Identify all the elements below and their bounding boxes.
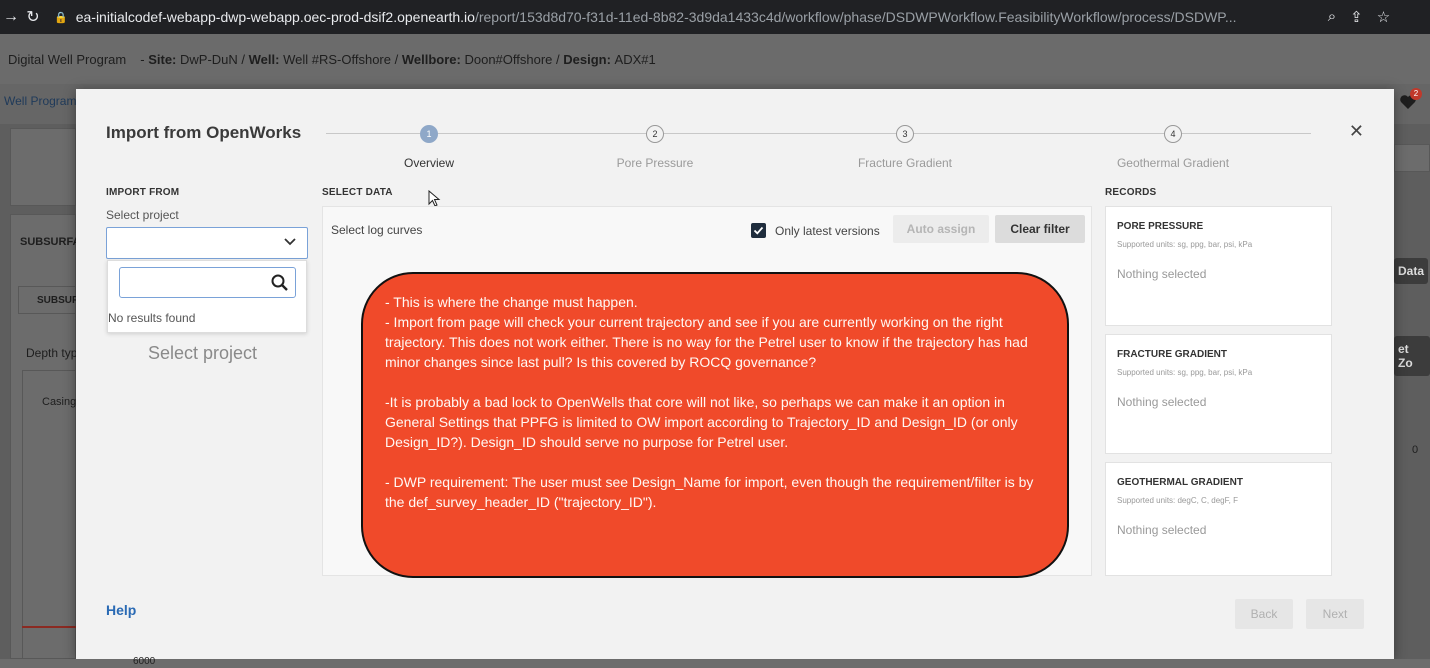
notification-badge: 2 <box>1410 88 1422 100</box>
sub-nav-well-program[interactable]: Well Program <box>4 94 76 108</box>
bg-reset-zoom-button: et Zo <box>1394 336 1430 376</box>
annotation-line: - DWP requirement: The user must see Des… <box>385 474 1034 510</box>
step-label: Pore Pressure <box>616 156 694 170</box>
check-icon <box>753 226 764 235</box>
lock-icon[interactable]: 🔒 <box>54 11 68 24</box>
search-icon[interactable] <box>271 274 289 292</box>
forward-icon[interactable]: → <box>0 8 22 26</box>
bg-casing: Casing <box>42 396 77 408</box>
import-modal: Import from OpenWorks ✕ 1 Overview 2 Por… <box>76 89 1394 659</box>
reload-icon[interactable]: ↻ <box>22 7 44 27</box>
bg-zero-label: 0 <box>1412 444 1419 456</box>
import-from-heading: IMPORT FROM <box>106 187 180 198</box>
record-status: Nothing selected <box>1117 523 1207 537</box>
share-icon[interactable]: ⇪ <box>1350 8 1363 26</box>
step-geothermal-gradient[interactable]: 4 Geothermal Gradient <box>1093 125 1253 170</box>
zoom-icon[interactable]: ⌕ <box>1328 8 1336 26</box>
step-label: Fracture Gradient <box>857 156 953 170</box>
record-status: Nothing selected <box>1117 267 1207 281</box>
app-name[interactable]: Digital Well Program <box>8 52 126 67</box>
only-latest-checkbox[interactable] <box>751 223 766 238</box>
record-pore-pressure: PORE PRESSURE Supported units: sg, ppg, … <box>1105 206 1332 326</box>
record-units: Supported units: degC, C, degF, F <box>1117 496 1238 505</box>
record-units: Supported units: sg, ppg, bar, psi, kPa <box>1117 368 1253 377</box>
auto-assign-button[interactable]: Auto assign <box>893 215 989 243</box>
annotation-callout: - This is where the change must happen. … <box>361 272 1069 578</box>
annotation-line: - Import from page will check your curre… <box>385 314 1028 370</box>
step-number: 3 <box>896 125 914 143</box>
project-search-input[interactable] <box>119 267 296 298</box>
record-title: PORE PRESSURE <box>1117 221 1204 232</box>
select-data-heading: SELECT DATA <box>322 187 393 198</box>
bg-bottom-strip: 6000 <box>0 656 1430 668</box>
step-pore-pressure[interactable]: 2 Pore Pressure <box>575 125 735 170</box>
annotation-line: - This is where the change must happen. <box>385 294 638 310</box>
records-heading: RECORDS <box>1105 187 1157 198</box>
chevron-down-icon <box>284 238 296 246</box>
next-button[interactable]: Next <box>1306 599 1364 629</box>
browser-toolbar: → ↻ 🔒 ea-initialcodef-webapp-dwp-webapp.… <box>0 0 1430 34</box>
only-latest-label[interactable]: Only latest versions <box>775 224 880 238</box>
app-header: Digital Well Program - Site: DwP-DuN / W… <box>0 34 1430 84</box>
health-icon[interactable]: 2 <box>1398 88 1422 112</box>
address-bar[interactable]: ea-initialcodef-webapp-dwp-webapp.oec-pr… <box>76 9 1316 25</box>
help-link[interactable]: Help <box>106 602 136 618</box>
bg-panel-top <box>10 128 76 206</box>
project-dropdown: No results found <box>107 260 307 333</box>
clear-filter-button[interactable]: Clear filter <box>995 215 1085 243</box>
step-number: 2 <box>646 125 664 143</box>
step-label: Geothermal Gradient <box>1116 156 1230 170</box>
wizard-stepper: 1 Overview 2 Pore Pressure 3 Fracture Gr… <box>326 125 1311 175</box>
step-label: Overview <box>403 156 454 170</box>
step-number: 4 <box>1164 125 1182 143</box>
bg-subsurface-label: SUBSURFA <box>20 236 81 248</box>
record-geothermal-gradient: GEOTHERMAL GRADIENT Supported units: deg… <box>1105 462 1332 576</box>
url-host: ea-initialcodef-webapp-dwp-webapp.oec-pr… <box>75 9 475 25</box>
close-icon[interactable]: ✕ <box>1349 121 1364 142</box>
annotation-line: -It is probably a bad lock to OpenWells … <box>385 394 1018 450</box>
modal-title: Import from OpenWorks <box>106 123 302 142</box>
breadcrumb: - Site: DwP-DuN / Well: Well #RS-Offshor… <box>140 51 656 67</box>
select-project-label: Select project <box>106 208 179 222</box>
bg-right-btn <box>1394 144 1430 172</box>
step-overview[interactable]: 1 Overview <box>349 125 509 170</box>
step-fracture-gradient[interactable]: 3 Fracture Gradient <box>825 125 985 170</box>
url-path: /report/153d8d70-f31d-11ed-8b82-3d9da143… <box>474 9 1237 25</box>
step-number: 1 <box>420 125 438 143</box>
bookmark-star-icon[interactable]: ☆ <box>1377 8 1390 26</box>
back-button[interactable]: Back <box>1235 599 1293 629</box>
bg-log-track <box>22 370 76 659</box>
bg-data-button: Data <box>1394 258 1429 284</box>
bg-red-line <box>22 626 76 628</box>
select-project-placeholder: Select project <box>148 343 258 363</box>
record-status: Nothing selected <box>1117 395 1207 409</box>
project-select[interactable] <box>106 227 308 259</box>
bg-depth-value: 6000 <box>133 656 156 667</box>
record-units: Supported units: sg, ppg, bar, psi, kPa <box>1117 240 1253 249</box>
record-title: FRACTURE GRADIENT <box>1117 349 1227 360</box>
bg-depth-type: Depth typ <box>26 346 78 360</box>
record-fracture-gradient: FRACTURE GRADIENT Supported units: sg, p… <box>1105 334 1332 454</box>
bg-subsurface-tab-label: SUBSUR <box>37 295 80 306</box>
record-title: GEOTHERMAL GRADIENT <box>1117 477 1243 488</box>
no-results-text: No results found <box>108 311 196 325</box>
select-log-curves-label: Select log curves <box>331 223 423 237</box>
